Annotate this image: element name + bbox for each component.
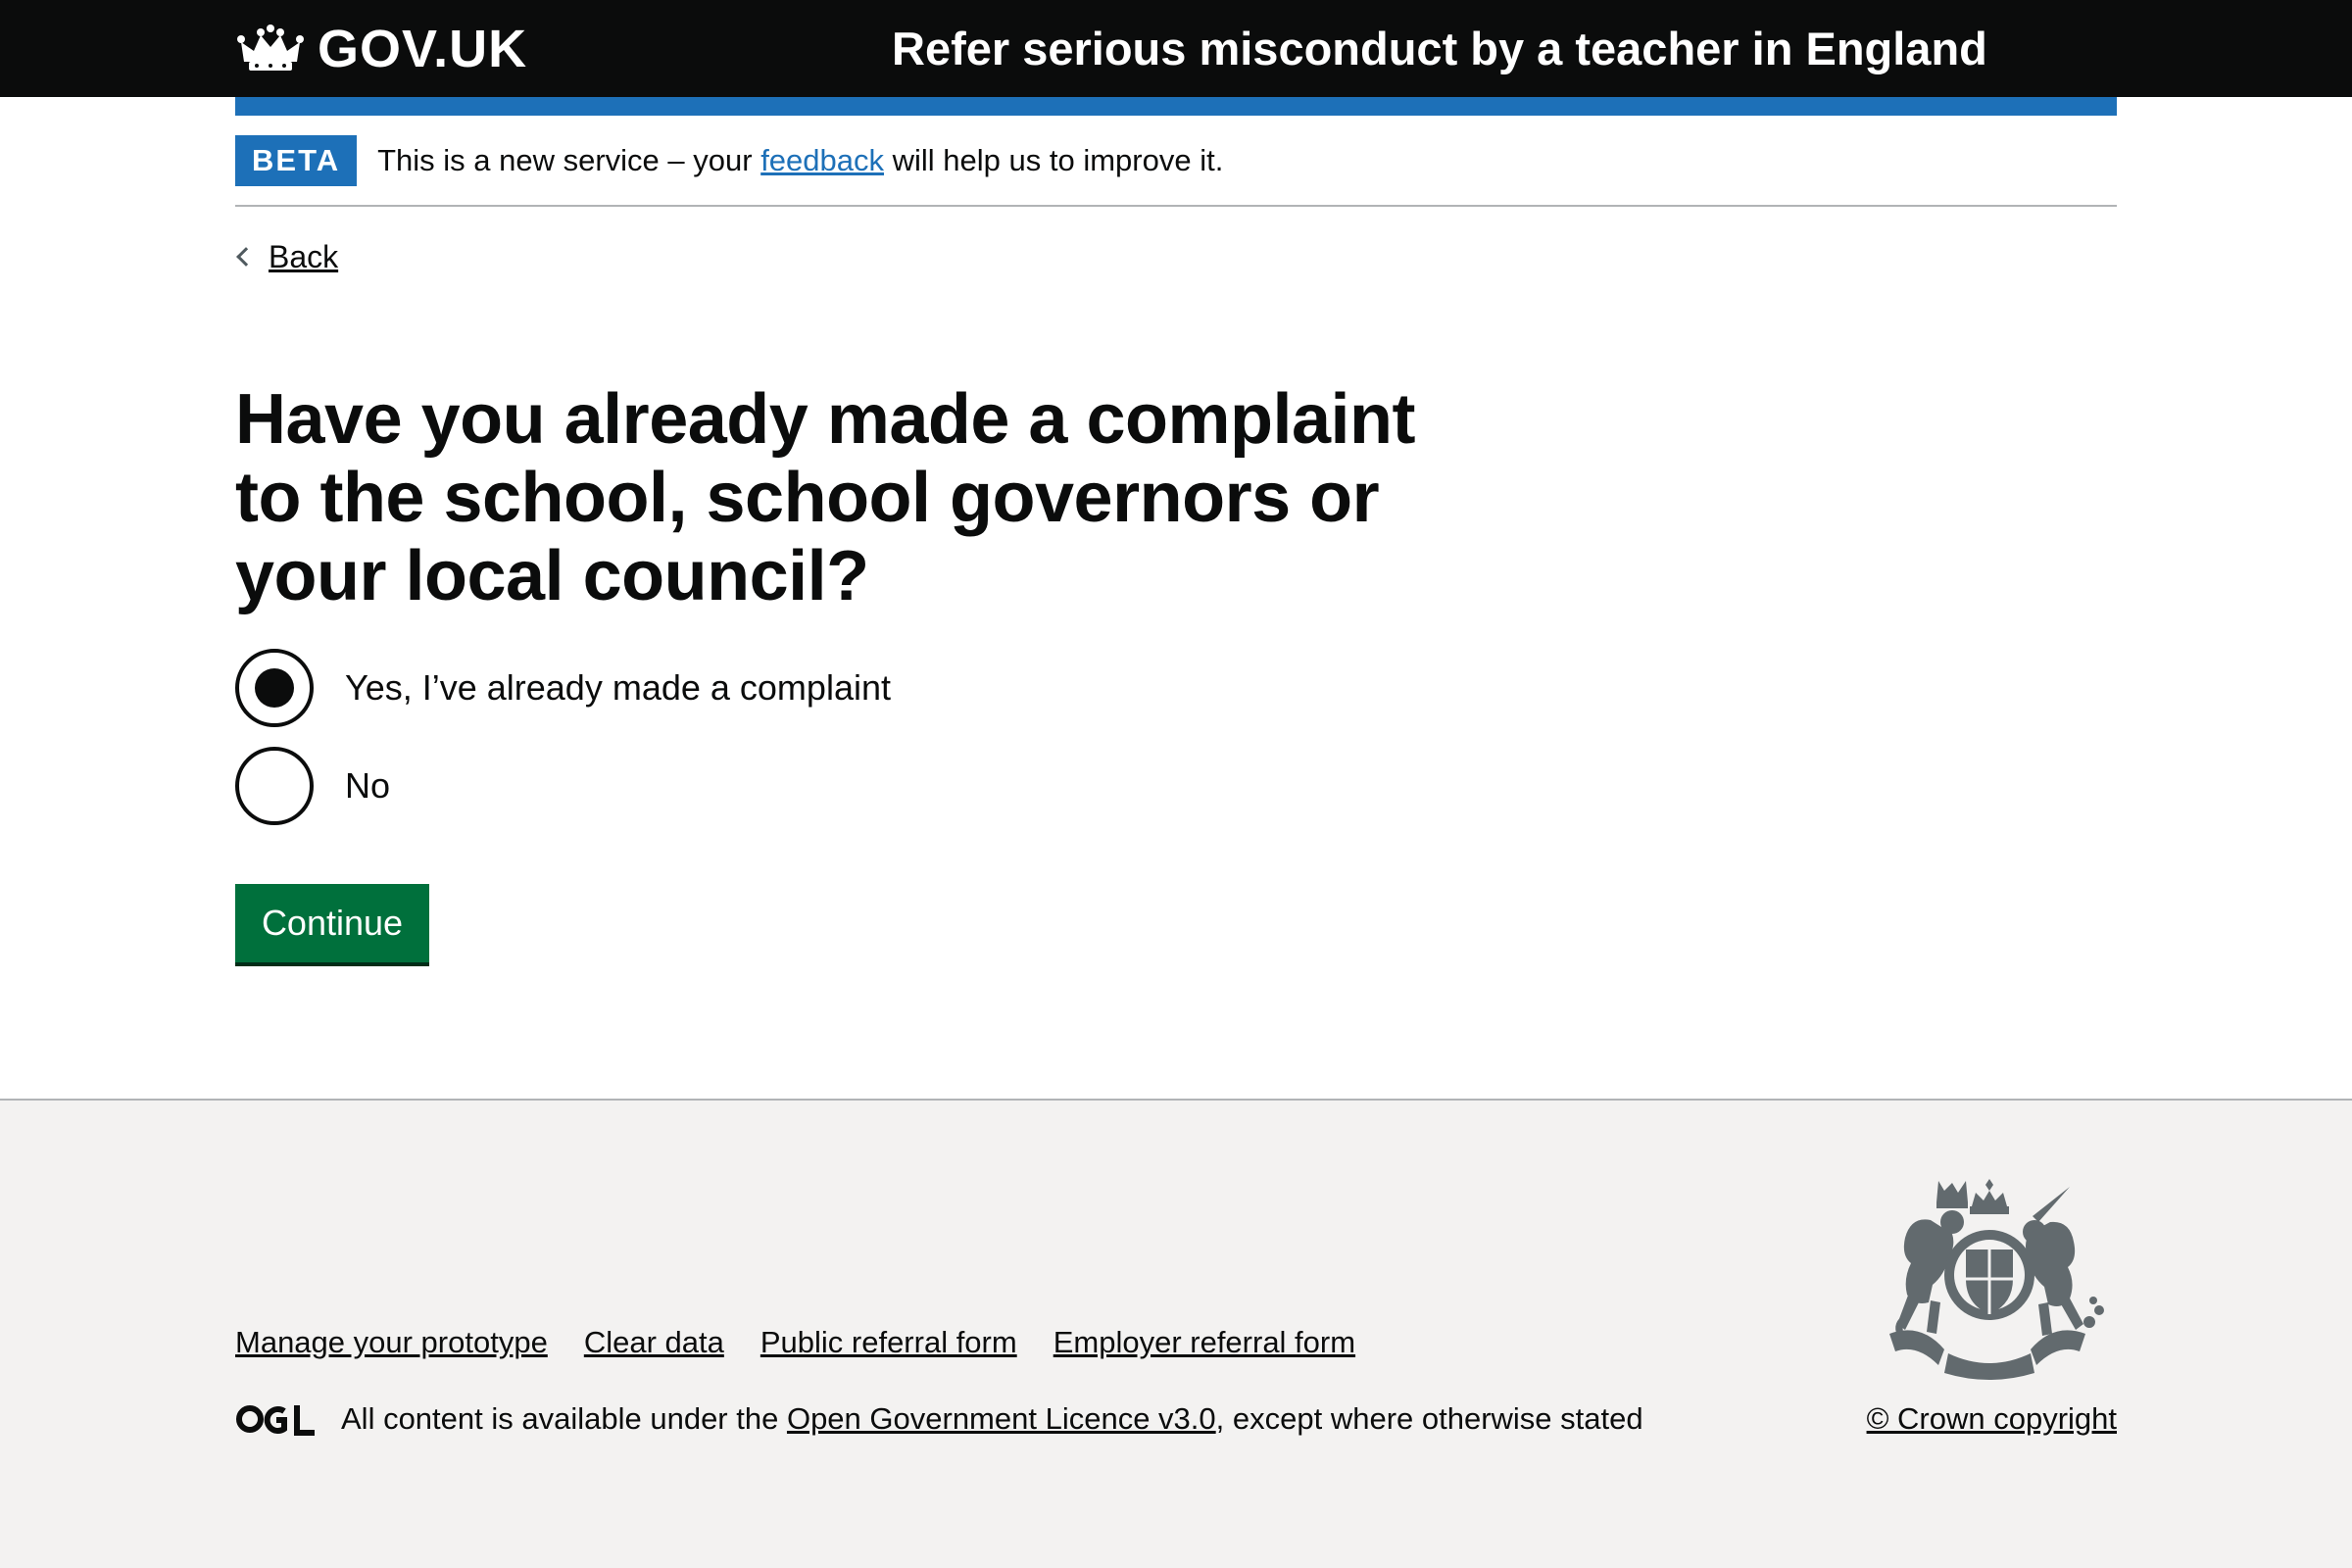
- continue-button[interactable]: Continue: [235, 884, 429, 962]
- radio-no-input[interactable]: [235, 747, 314, 825]
- crown-icon: [237, 24, 304, 71]
- footer-link-manage-prototype[interactable]: Manage your prototype: [235, 1321, 548, 1364]
- open-government-licence-link[interactable]: Open Government Licence v3.0: [787, 1401, 1216, 1436]
- footer-links: Manage your prototype Clear data Public …: [235, 1321, 1392, 1364]
- radio-yes-input[interactable]: [235, 649, 314, 727]
- back-link-label: Back: [269, 239, 339, 274]
- licence-text-after: , except where otherwise stated: [1215, 1401, 1643, 1436]
- feedback-link[interactable]: feedback: [760, 143, 884, 177]
- banner-text-before: This is a new service – your: [377, 143, 761, 177]
- banner-text-after: will help us to improve it.: [884, 143, 1224, 177]
- govuk-logo-link[interactable]: GOV.UK: [235, 20, 527, 78]
- phase-banner-text: This is a new service – your feedback wi…: [377, 135, 1223, 186]
- back-link[interactable]: Back: [235, 233, 338, 280]
- footer-link-employer-referral-form[interactable]: Employer referral form: [1054, 1321, 1355, 1364]
- licence-text: All content is available under the Open …: [341, 1397, 1643, 1441]
- site-footer: Manage your prototype Clear data Public …: [0, 1099, 2352, 1568]
- phase-banner: BETA This is a new service – your feedba…: [235, 135, 2117, 207]
- footer-link-public-referral-form[interactable]: Public referral form: [760, 1321, 1017, 1364]
- radio-option-no[interactable]: No: [235, 747, 390, 825]
- radio-selected-dot: [255, 668, 294, 708]
- page-title: Have you already made a complaint to the…: [235, 380, 1415, 615]
- ogl-logo-icon: [236, 1405, 315, 1436]
- logo-text: GOV.UK: [318, 20, 528, 78]
- chevron-left-icon: [236, 247, 256, 267]
- site-header: GOV.UK Refer serious misconduct by a tea…: [0, 0, 2352, 97]
- header-blue-bar: [235, 97, 2117, 116]
- beta-tag: BETA: [235, 135, 358, 186]
- radio-option-yes[interactable]: Yes, I’ve already made a complaint: [235, 649, 891, 727]
- radio-no-label[interactable]: No: [345, 762, 390, 809]
- crown-copyright-link[interactable]: © Crown copyright: [1867, 1397, 2117, 1441]
- radio-yes-label[interactable]: Yes, I’ve already made a complaint: [345, 664, 891, 711]
- licence-statement: All content is available under the Open …: [235, 1397, 1643, 1441]
- footer-link-clear-data[interactable]: Clear data: [584, 1321, 724, 1364]
- licence-text-before: All content is available under the: [341, 1401, 787, 1436]
- service-name-link[interactable]: Refer serious misconduct by a teacher in…: [892, 22, 1987, 76]
- royal-coat-of-arms-icon: [1889, 1179, 2104, 1380]
